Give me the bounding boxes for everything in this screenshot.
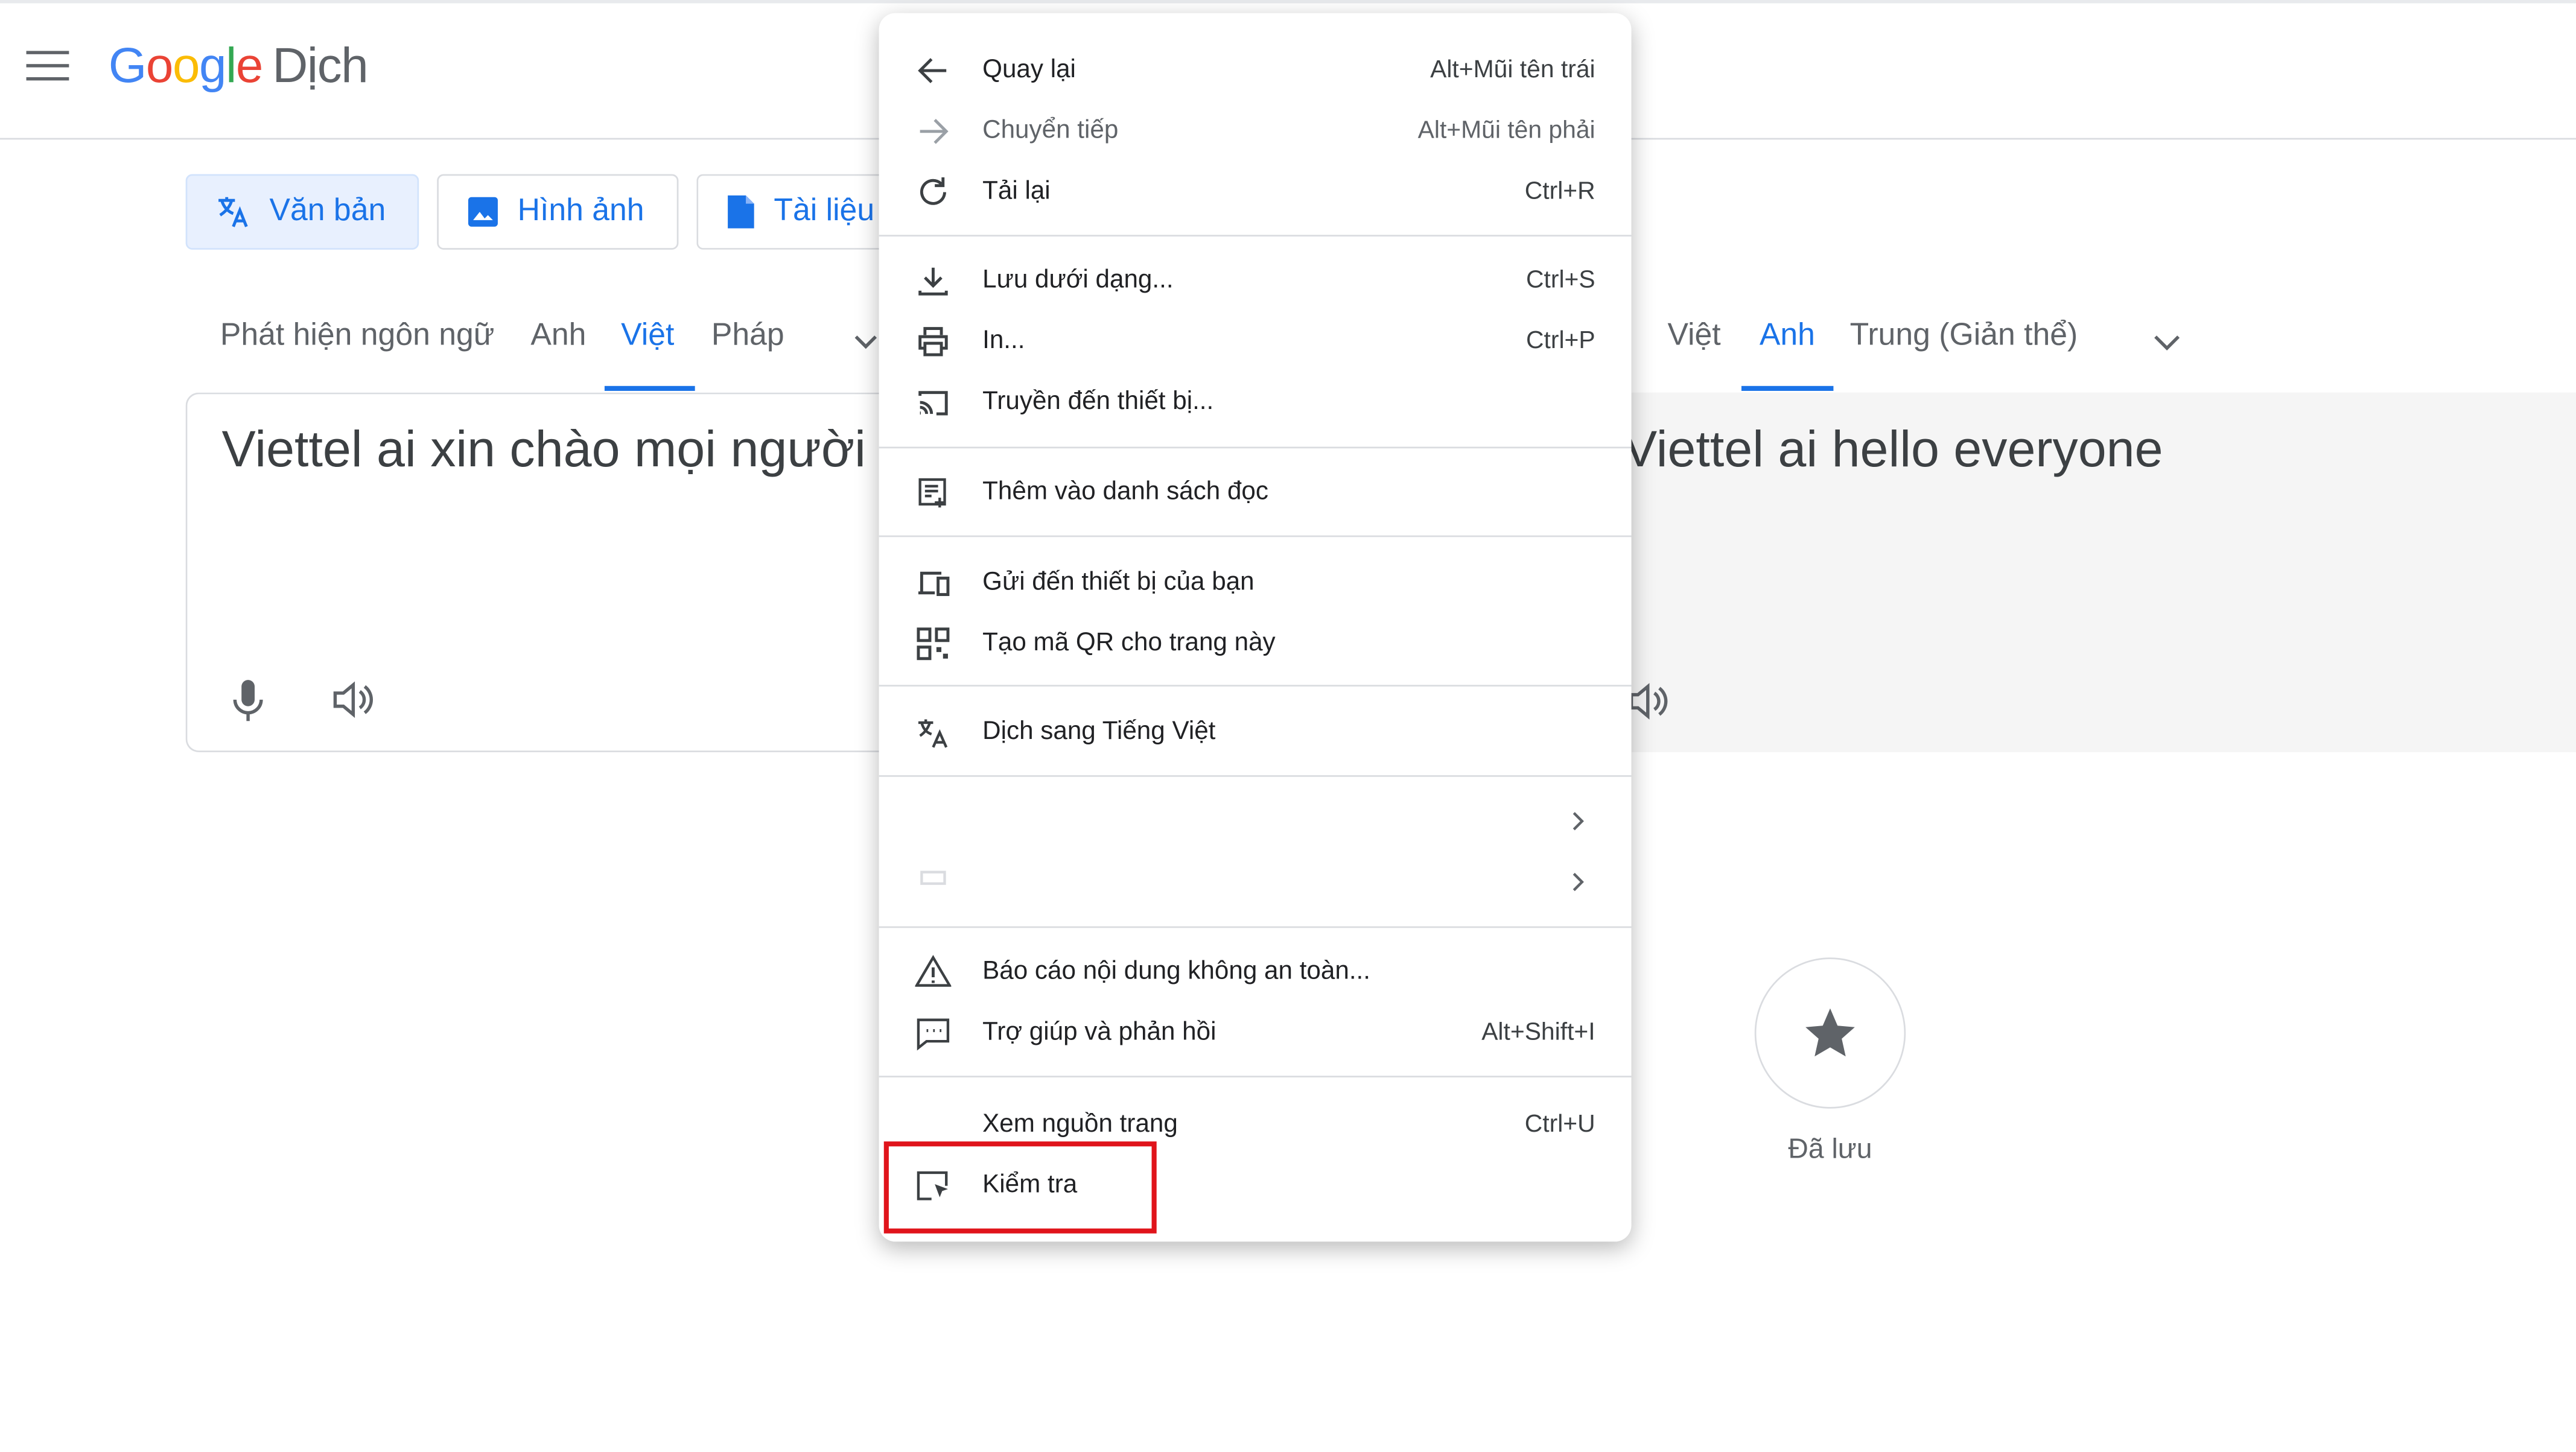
- menu-item-label: Tải lại: [982, 176, 1051, 204]
- saved-button[interactable]: [1754, 957, 1906, 1109]
- translate-icon: [918, 719, 948, 748]
- menu-item-back[interactable]: Quay lại Alt+Mũi tên trái: [879, 39, 1632, 100]
- chevron-right-icon: [1573, 812, 1584, 831]
- mode-document-button[interactable]: Tài liệu: [696, 174, 911, 250]
- menu-item-submenu[interactable]: [879, 790, 1632, 851]
- menu-item-reload[interactable]: Tải lại Ctrl+R: [879, 161, 1632, 222]
- active-tab-indicator: [604, 385, 695, 391]
- translation-output: Viettel ai hello everyone: [1623, 420, 2163, 480]
- arrow-left-icon: [918, 58, 947, 83]
- feedback-icon: [917, 1018, 950, 1051]
- menu-item-label: Thêm vào danh sách đọc: [982, 477, 1269, 506]
- mode-label: Hình ảnh: [517, 194, 644, 229]
- star-icon: [1805, 1008, 1855, 1057]
- menu-divider: [879, 535, 1632, 537]
- logo-letter: G: [108, 39, 147, 94]
- logo-letter: o: [145, 39, 173, 94]
- menu-divider: [879, 926, 1632, 928]
- menu-divider: [879, 775, 1632, 777]
- menu-item-cast[interactable]: Truyền đến thiết bị...: [879, 371, 1632, 432]
- document-icon: [728, 195, 754, 229]
- menu-item-label: Dịch sang Tiếng Việt: [982, 717, 1216, 745]
- chevron-right-icon: [1573, 872, 1584, 892]
- menu-item-label: Gửi đến thiết bị của bạn: [982, 567, 1255, 595]
- translation-text: Viettel ai hello everyone: [1623, 420, 2163, 478]
- warning-icon: [915, 954, 952, 987]
- highlight-box: [883, 1141, 1157, 1234]
- context-menu: Quay lại Alt+Mũi tên trái Chuyển tiếp Al…: [879, 13, 1632, 1242]
- extension-icon: [920, 870, 946, 885]
- lang-detect-tab[interactable]: Phát hiện ngôn ngữ: [220, 319, 495, 355]
- menu-divider: [879, 1076, 1632, 1078]
- speaker-icon[interactable]: [330, 678, 376, 721]
- chevron-down-icon[interactable]: [2151, 327, 2183, 357]
- chevron-down-icon[interactable]: [851, 327, 880, 357]
- devices-icon: [918, 571, 950, 597]
- logo-letter: e: [235, 39, 263, 94]
- lang-source-english-tab[interactable]: Anh: [530, 319, 586, 355]
- menu-item-print[interactable]: In... Ctrl+P: [879, 311, 1632, 372]
- lang-source-french-tab[interactable]: Pháp: [711, 319, 784, 355]
- menu-item-label: Quay lại: [982, 55, 1076, 83]
- microphone-icon[interactable]: [228, 677, 267, 726]
- mode-image-button[interactable]: Hình ảnh: [437, 174, 679, 250]
- menu-item-send-to-devices[interactable]: Gửi đến thiết bị của bạn: [879, 552, 1632, 613]
- source-text: Viettel ai xin chào mọi người: [221, 420, 866, 478]
- menu-item-label: Tạo mã QR cho trang này: [982, 628, 1276, 656]
- menu-item-report-unsafe[interactable]: Báo cáo nội dung không an toàn...: [879, 941, 1632, 1002]
- menu-item-shortcut: Ctrl+R: [1524, 177, 1595, 206]
- menu-item-label: Xem nguồn trang: [982, 1109, 1178, 1138]
- translate-icon: [218, 197, 248, 227]
- menu-item-shortcut: Ctrl+U: [1524, 1110, 1595, 1138]
- mode-label: Văn bản: [269, 194, 386, 229]
- mode-label: Tài liệu: [774, 194, 875, 229]
- logo-letter: o: [172, 39, 200, 94]
- menu-divider: [879, 235, 1632, 237]
- active-tab-indicator: [1741, 385, 1834, 391]
- hamburger-menu-icon[interactable]: [26, 51, 69, 83]
- logo-product: Dịch: [272, 39, 368, 94]
- menu-item-forward[interactable]: Chuyển tiếp Alt+Mũi tên phải: [879, 100, 1632, 161]
- source-text-input[interactable]: Viettel ai xin chào mọi người: [222, 420, 879, 480]
- lang-target-chinese-tab[interactable]: Trung (Giản thể): [1850, 319, 2078, 355]
- qr-code-icon: [917, 627, 950, 661]
- menu-item-shortcut: Alt+Mũi tên phải: [1417, 116, 1595, 145]
- logo-google: Google: [108, 39, 264, 94]
- menu-item-label: Báo cáo nội dung không an toàn...: [982, 956, 1371, 985]
- menu-divider: [879, 446, 1632, 449]
- reload-icon: [920, 177, 946, 205]
- menu-item-save-as[interactable]: Lưu dưới dạng... Ctrl+S: [879, 250, 1632, 311]
- menu-divider: [879, 685, 1632, 687]
- speaker-icon[interactable]: [1631, 680, 1674, 723]
- menu-item-label: Chuyển tiếp: [982, 115, 1119, 144]
- logo-letter: l: [226, 39, 237, 94]
- lang-source-vietnamese-tab[interactable]: Việt: [621, 319, 674, 355]
- mode-text-button[interactable]: Văn bản: [185, 174, 419, 250]
- menu-item-shortcut: Ctrl+S: [1526, 266, 1595, 294]
- menu-item-shortcut: Alt+Mũi tên trái: [1430, 55, 1595, 84]
- menu-item-help-feedback[interactable]: Trợ giúp và phản hồi Alt+Shift+I: [879, 1002, 1632, 1063]
- printer-icon: [918, 327, 948, 357]
- menu-item-label: Trợ giúp và phản hồi: [982, 1017, 1216, 1045]
- lang-target-vietnamese-tab[interactable]: Việt: [1667, 319, 1720, 355]
- menu-item-label: Truyền đến thiết bị...: [982, 387, 1214, 415]
- menu-item-qr-code[interactable]: Tạo mã QR cho trang này: [879, 613, 1632, 674]
- cast-icon: [918, 391, 948, 416]
- menu-item-submenu[interactable]: [879, 851, 1632, 911]
- arrow-right-icon: [920, 119, 949, 144]
- logo-letter: g: [199, 39, 226, 94]
- menu-item-shortcut: Ctrl+P: [1526, 326, 1595, 355]
- menu-item-label: In...: [982, 326, 1025, 354]
- menu-item-shortcut: Alt+Shift+I: [1481, 1018, 1595, 1047]
- lang-target-english-tab[interactable]: Anh: [1760, 319, 1815, 355]
- reading-list-icon: [918, 478, 946, 508]
- menu-item-reading-list[interactable]: Thêm vào danh sách đọc: [879, 461, 1632, 522]
- app-logo[interactable]: Google Dịch: [108, 39, 369, 95]
- download-icon: [918, 267, 948, 296]
- menu-item-translate[interactable]: Dịch sang Tiếng Việt: [879, 702, 1632, 762]
- image-icon: [468, 197, 498, 227]
- menu-item-label: Lưu dưới dạng...: [982, 265, 1174, 293]
- saved-label: Đã lưu: [1788, 1133, 1872, 1165]
